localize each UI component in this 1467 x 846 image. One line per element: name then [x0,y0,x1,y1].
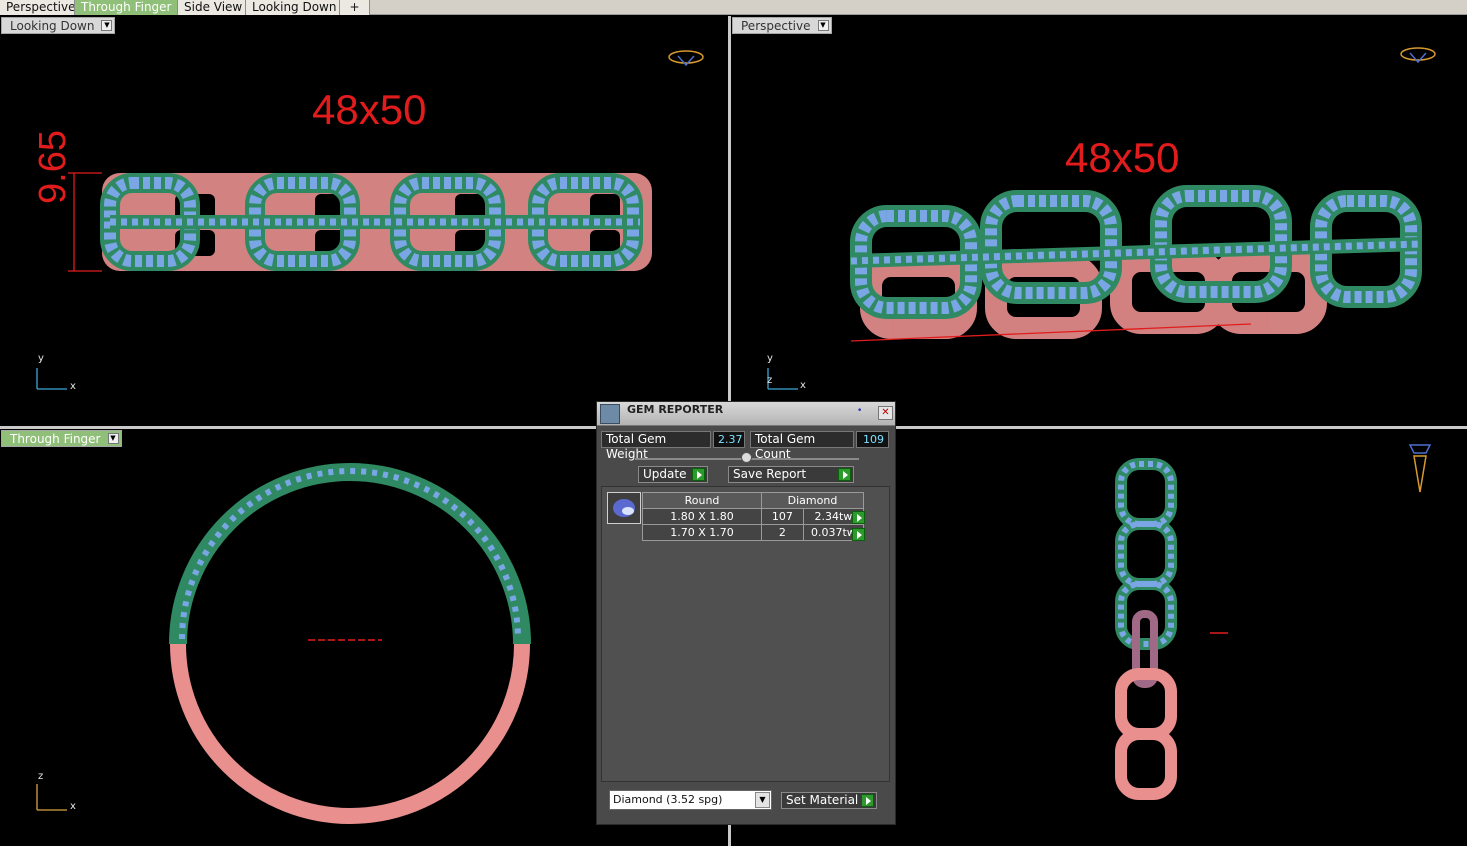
view-tab-bar: Perspective Through Finger Side View Loo… [0,0,1467,15]
viewport-looking-down[interactable]: Looking Down ▼ 48x50 9.65 y x [0,16,728,426]
chevron-down-icon[interactable]: ▼ [755,792,770,808]
gem-reporter-app-icon [600,404,620,424]
gem-table: Round Diamond 1.80 X 1.80 107 2.34tw 1.7… [642,492,865,541]
gem-size-cell: 1.80 X 1.80 [642,508,762,525]
set-material-go-icon [861,794,874,807]
header-material: Diamond [761,492,864,509]
total-gem-weight-value: 2.37 [713,431,745,448]
tab-side-view[interactable]: Side View [178,0,246,15]
ring-model-top-view [36,50,704,390]
tab-through-finger[interactable]: Through Finger [75,0,178,15]
tab-looking-down[interactable]: Looking Down [246,0,340,15]
axis-x-label: x [800,380,806,391]
total-gem-count-label: Total Gem Count [750,431,854,461]
add-view-tab-button[interactable]: + [340,0,370,15]
header-shape: Round [642,492,762,509]
axis-x-label: x [70,801,76,812]
axis-y-label: y [767,353,773,364]
set-material-button[interactable]: Set Material [781,792,877,809]
pin-icon[interactable]: • [857,406,862,416]
axis-y-label: y [38,353,44,364]
dialog-title: GEM REPORTER [627,403,724,416]
gem-count-cell: 2 [761,524,804,541]
size-annotation: 48x50 [312,86,427,133]
ring-model-perspective-view [767,47,1436,390]
gem-count-cell: 107 [761,508,804,525]
axis-z-label: z [767,375,773,386]
tab-perspective[interactable]: Perspective [0,0,75,15]
axis-x-label: x [70,381,76,392]
axis-z-label: z [38,771,44,782]
save-report-button[interactable]: Save Report [728,466,854,483]
save-report-go-icon [838,468,851,481]
report-slider-handle[interactable] [741,452,752,463]
update-button[interactable]: Update [638,466,708,483]
cad-window: Perspective Through Finger Side View Loo… [0,0,1467,846]
gem-reporter-dialog: GEM REPORTER • ✕ Total Gem Weight 2.37 T… [596,401,896,825]
gem-size-cell: 1.70 X 1.70 [642,524,762,541]
row-select-go-icon[interactable] [852,511,865,524]
table-row[interactable]: 1.70 X 1.70 2 0.037tw [642,524,865,541]
close-button[interactable]: ✕ [878,406,893,420]
total-gem-count-value: 109 [856,431,889,448]
round-diamond-thumbnail-icon [607,492,641,524]
size-annotation-perspective: 48x50 [1065,134,1180,181]
table-row[interactable]: 1.80 X 1.80 107 2.34tw [642,508,865,525]
gem-list-panel: Round Diamond 1.80 X 1.80 107 2.34tw 1.7… [601,486,890,782]
total-gem-weight-label: Total Gem Weight [601,431,711,461]
gem-reporter-titlebar[interactable]: GEM REPORTER • ✕ [597,402,895,426]
viewport-perspective[interactable]: Perspective ▼ 48x50 y z x [731,16,1467,426]
row-select-go-icon[interactable] [852,528,865,541]
material-dropdown[interactable]: Diamond (3.52 spg) ▼ [609,790,772,810]
update-go-icon [692,468,705,481]
height-dimension: 9.65 [32,130,74,204]
